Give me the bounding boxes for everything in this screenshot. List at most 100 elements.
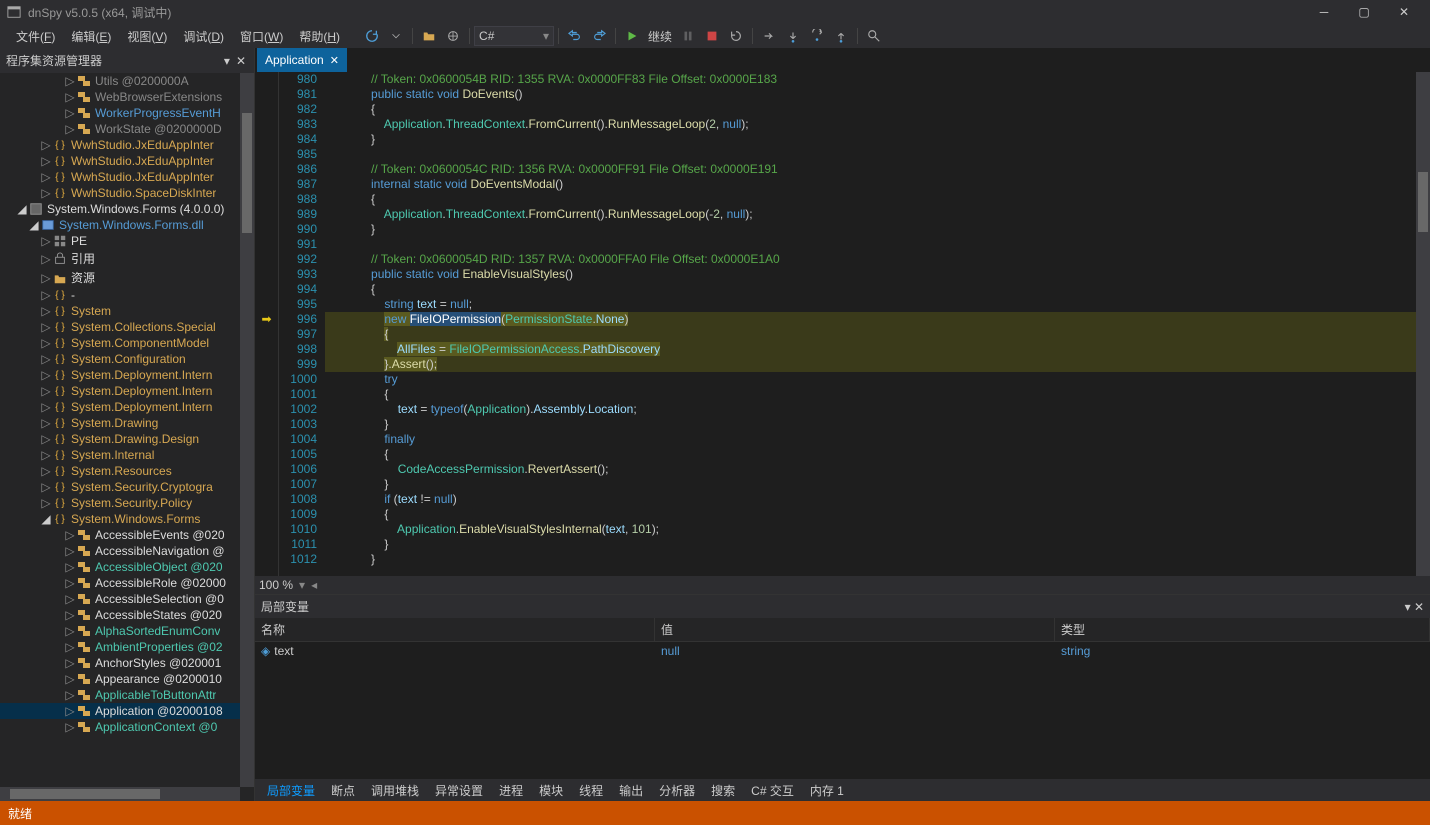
tree-node[interactable]: ▷System.Drawing.Design [0,431,240,447]
expand-icon[interactable]: ▷ [64,704,76,718]
expand-icon[interactable]: ▷ [64,576,76,590]
zoom-dropdown-icon[interactable]: ▾ [299,578,305,592]
expand-icon[interactable]: ▷ [40,186,52,200]
expand-icon[interactable]: ▷ [40,352,52,366]
expand-icon[interactable]: ▷ [40,464,52,478]
bottom-tab[interactable]: 调用堆栈 [363,779,427,802]
step-out-button[interactable] [805,25,829,47]
locals-col-type[interactable]: 类型 [1055,618,1430,641]
expand-icon[interactable]: ▷ [40,448,52,462]
bottom-tab[interactable]: 断点 [323,779,363,802]
step-into-button[interactable] [757,25,781,47]
menu-w[interactable]: 窗口(W) [232,25,291,48]
pause-button[interactable] [676,25,700,47]
expand-icon[interactable]: ▷ [64,528,76,542]
tree-node[interactable]: ▷AccessibleEvents @020 [0,527,240,543]
expand-icon[interactable]: ◢ [16,202,28,216]
tree-node[interactable]: ◢System.Windows.Forms [0,511,240,527]
tree-node[interactable]: ▷System.Drawing [0,415,240,431]
bottom-tab[interactable]: C# 交互 [743,779,802,802]
expand-icon[interactable]: ▷ [40,432,52,446]
expand-icon[interactable]: ▷ [64,720,76,734]
code-editor[interactable]: ➡ 98098198298398498598698798898999099199… [255,72,1430,576]
tree-node[interactable]: ◢System.Windows.Forms (4.0.0.0) [0,201,240,217]
tree-node[interactable]: ▷ApplicableToButtonAttr [0,687,240,703]
tree-node[interactable]: ▷System.ComponentModel [0,335,240,351]
assembly-tree[interactable]: ▷Utils @0200000A▷WebBrowserExtensions▷Wo… [0,73,254,801]
panel-close-button[interactable]: ✕ [234,54,248,68]
expand-icon[interactable]: ▷ [40,138,52,152]
locals-close-button[interactable]: ✕ [1414,600,1424,614]
zoom-level[interactable]: 100 % [259,578,293,592]
bottom-tab[interactable]: 线程 [571,779,611,802]
tree-horizontal-scrollbar[interactable] [0,787,240,801]
tree-node[interactable]: ▷System.Collections.Special [0,319,240,335]
locals-col-name[interactable]: 名称 [255,618,655,641]
stop-button[interactable] [700,25,724,47]
tree-vertical-scrollbar[interactable] [240,73,254,787]
menu-f[interactable]: 文件(F) [8,25,63,48]
expand-icon[interactable]: ▷ [40,480,52,494]
menu-h[interactable]: 帮助(H) [291,25,348,48]
expand-icon[interactable]: ▷ [40,304,52,318]
tree-node[interactable]: ▷System.Resources [0,463,240,479]
step-up-button[interactable] [829,25,853,47]
tree-node[interactable]: ▷System.Internal [0,447,240,463]
expand-icon[interactable]: ▷ [40,384,52,398]
expand-icon[interactable]: ▷ [64,122,76,136]
tree-node[interactable]: ▷AccessibleNavigation @ [0,543,240,559]
expand-icon[interactable]: ▷ [40,252,52,266]
bottom-tab[interactable]: 搜索 [703,779,743,802]
tree-node[interactable]: ▷AnchorStyles @020001 [0,655,240,671]
expand-icon[interactable]: ▷ [40,271,52,285]
continue-button[interactable] [620,25,644,47]
panel-dropdown-button[interactable]: ▾ [222,54,232,68]
expand-icon[interactable]: ▷ [64,656,76,670]
expand-icon[interactable]: ▷ [64,592,76,606]
tree-node[interactable]: ▷Application @02000108 [0,703,240,719]
bottom-tab[interactable]: 模块 [531,779,571,802]
tree-node[interactable]: ▷System.Security.Cryptogra [0,479,240,495]
tree-node[interactable]: ▷System.Deployment.Intern [0,383,240,399]
locals-row[interactable]: ◈text null string [255,642,1430,660]
tree-node[interactable]: ▷AlphaSortedEnumConv [0,623,240,639]
tree-node[interactable]: ▷AccessibleRole @02000 [0,575,240,591]
tree-node[interactable]: ▷System.Deployment.Intern [0,367,240,383]
locals-dropdown-button[interactable]: ▾ [1405,600,1411,614]
tree-node[interactable]: ▷System.Deployment.Intern [0,399,240,415]
tree-node[interactable]: ▷AccessibleStates @020 [0,607,240,623]
expand-icon[interactable]: ▷ [64,544,76,558]
expand-icon[interactable]: ▷ [40,154,52,168]
bottom-tab[interactable]: 局部变量 [259,779,323,802]
tree-node[interactable]: ▷System [0,303,240,319]
bottom-tab[interactable]: 输出 [611,779,651,802]
menu-d[interactable]: 调试(D) [175,25,232,48]
tree-node[interactable]: ▷WebBrowserExtensions [0,89,240,105]
minimize-button[interactable]: ─ [1304,0,1344,24]
tree-node[interactable]: ▷ApplicationContext @0 [0,719,240,735]
expand-icon[interactable]: ◢ [28,218,40,232]
close-button[interactable]: ✕ [1384,0,1424,24]
tree-node[interactable]: ▷引用 [0,249,240,268]
zoom-left-icon[interactable]: ◂ [311,578,317,592]
tree-node[interactable]: ▷WwhStudio.JxEduAppInter [0,137,240,153]
editor-vertical-scrollbar[interactable] [1416,72,1430,576]
tree-node[interactable]: ▷System.Security.Policy [0,495,240,511]
expand-icon[interactable]: ▷ [40,416,52,430]
bottom-tab[interactable]: 进程 [491,779,531,802]
continue-label[interactable]: 继续 [644,28,676,45]
tree-node[interactable]: ▷WwhStudio.JxEduAppInter [0,169,240,185]
tree-node[interactable]: ◢System.Windows.Forms.dll [0,217,240,233]
expand-icon[interactable]: ▷ [64,688,76,702]
tree-node[interactable]: ▷AccessibleObject @020 [0,559,240,575]
expand-icon[interactable]: ▷ [64,640,76,654]
expand-icon[interactable]: ▷ [64,624,76,638]
expand-icon[interactable]: ▷ [64,672,76,686]
expand-icon[interactable]: ▷ [64,608,76,622]
open-button[interactable] [417,25,441,47]
bottom-tab[interactable]: 异常设置 [427,779,491,802]
tree-node[interactable]: ▷Appearance @0200010 [0,671,240,687]
expand-icon[interactable]: ▷ [64,106,76,120]
tree-node[interactable]: ▷System.Configuration [0,351,240,367]
locals-col-value[interactable]: 值 [655,618,1055,641]
